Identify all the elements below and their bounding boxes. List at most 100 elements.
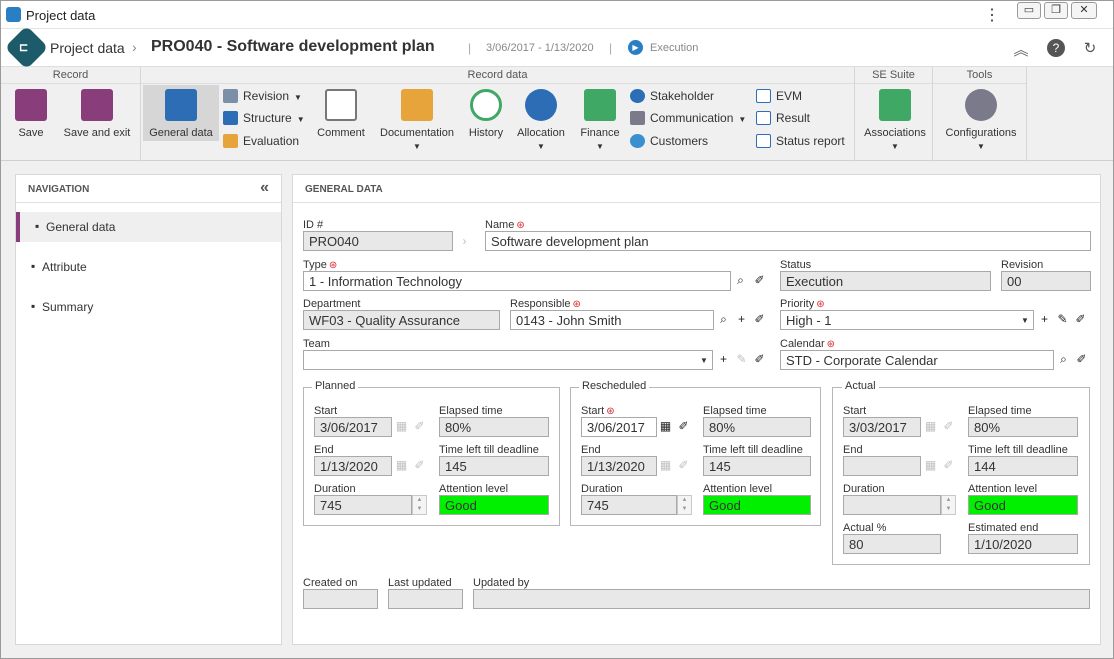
- finance-button[interactable]: Finance ▼: [575, 85, 625, 159]
- priority-select[interactable]: High - 1: [780, 310, 1034, 330]
- general-data-button[interactable]: General data: [143, 85, 219, 141]
- actual-elapsed-label: Elapsed time: [968, 405, 1032, 417]
- team-select[interactable]: [303, 350, 713, 370]
- comment-button[interactable]: Comment: [313, 85, 369, 159]
- evaluation-button[interactable]: Evaluation: [223, 131, 299, 151]
- add-icon[interactable]: +: [715, 350, 732, 369]
- rescheduled-end-field: 1/13/2020: [581, 456, 657, 476]
- history-label: History: [468, 127, 504, 139]
- planned-end-label: End: [314, 444, 334, 456]
- history-button[interactable]: History: [463, 85, 509, 159]
- chevron-down-icon[interactable]: ▼: [1021, 316, 1029, 325]
- ribbon-group-tools: Tools Configurations ▼: [933, 67, 1027, 161]
- app-icon: [6, 7, 21, 22]
- refresh-icon[interactable]: ↻: [1081, 39, 1099, 57]
- allocation-button[interactable]: Allocation ▼: [515, 85, 567, 159]
- required-icon: ⊛: [606, 406, 615, 417]
- associations-button[interactable]: Associations ▼: [859, 85, 931, 159]
- ribbon-group-se-suite: SE Suite Associations ▼: [855, 67, 933, 161]
- evaluation-icon: [223, 134, 238, 148]
- app-window: Project data ⋮ ▭ ❐ ✕ ⊏ Project data › PR…: [0, 0, 1114, 659]
- rescheduled-left-label: Time left till deadline: [703, 444, 803, 456]
- search-icon[interactable]: ⌕: [732, 271, 749, 290]
- configurations-label: Configurations: [945, 127, 1017, 139]
- restore-button[interactable]: ❐: [1044, 2, 1068, 19]
- status-badge: Execution: [650, 42, 699, 54]
- evm-chart-icon: [756, 89, 771, 103]
- calendar-label: Calendar ⊛: [780, 338, 835, 350]
- created-on-field: [303, 589, 378, 609]
- group-title: Record data: [141, 69, 854, 84]
- allocation-label: Allocation: [517, 127, 565, 139]
- priority-label-text: Priority: [780, 298, 815, 310]
- add-icon[interactable]: +: [733, 310, 750, 329]
- clear-icon[interactable]: ✐: [751, 350, 768, 369]
- clear-icon[interactable]: ✐: [751, 310, 768, 329]
- clear-icon: ✐: [943, 419, 954, 433]
- type-field[interactable]: 1 - Information Technology: [303, 271, 731, 291]
- result-button[interactable]: Result: [756, 108, 810, 128]
- minimize-button[interactable]: ▭: [1017, 2, 1041, 19]
- clear-icon[interactable]: ✐: [675, 417, 692, 436]
- collapse-up-icon[interactable]: ︽: [1012, 39, 1030, 59]
- name-field[interactable]: Software development plan: [485, 231, 1091, 251]
- evm-button[interactable]: EVM: [756, 86, 802, 106]
- structure-button[interactable]: Structure ▼: [223, 108, 305, 128]
- responsible-field[interactable]: 0143 - John Smith: [510, 310, 714, 330]
- save-button[interactable]: Save: [9, 85, 53, 159]
- actual-pct-field: 80: [843, 534, 941, 554]
- chevron-down-icon[interactable]: ▼: [700, 356, 708, 365]
- rescheduled-start-field[interactable]: 3/06/2017: [581, 417, 657, 437]
- calendar-field[interactable]: STD - Corporate Calendar: [780, 350, 1054, 370]
- nav-item-label: Summary: [42, 300, 94, 314]
- search-icon[interactable]: ⌕: [715, 310, 732, 329]
- planned-elapsed-field: 80%: [439, 417, 549, 437]
- nav-item-summary[interactable]: ▪ Summary: [16, 292, 281, 322]
- stakeholder-button[interactable]: Stakeholder: [630, 86, 714, 106]
- more-options-icon[interactable]: ⋮: [984, 5, 1000, 25]
- chevron-right-icon[interactable]: ›: [456, 232, 473, 251]
- id-field: PRO040: [303, 231, 453, 251]
- planned-start-label: Start: [314, 405, 338, 417]
- dropdown-arrow-icon: ▼: [294, 93, 302, 102]
- edit-icon: ✎: [736, 352, 747, 366]
- customers-button[interactable]: Customers: [630, 131, 708, 151]
- nav-item-label: Attribute: [42, 260, 87, 274]
- edit-icon[interactable]: ✎: [1054, 310, 1071, 329]
- gear-icon: [965, 89, 997, 121]
- nav-item-attribute[interactable]: ▪ Attribute: [16, 252, 281, 282]
- status-report-button[interactable]: Status report: [756, 131, 845, 151]
- group-title: SE Suite: [855, 69, 932, 84]
- breadcrumb-chevron-icon: ›: [132, 39, 137, 55]
- add-icon[interactable]: +: [1036, 310, 1053, 329]
- communication-button[interactable]: Communication ▼: [630, 108, 746, 128]
- status-field: Execution: [780, 271, 991, 291]
- rescheduled-duration-label: Duration: [581, 483, 623, 495]
- name-label: Name ⊛: [485, 219, 525, 231]
- actual-title: Actual: [842, 380, 879, 392]
- department-label: Department: [303, 298, 361, 310]
- last-updated-label: Last updated: [388, 577, 452, 589]
- calendar-icon[interactable]: ▦: [657, 417, 674, 436]
- collapse-left-icon[interactable]: «: [260, 179, 269, 197]
- clear-icon[interactable]: ✐: [751, 271, 768, 290]
- required-icon: ⊛: [572, 299, 581, 310]
- help-icon[interactable]: ?: [1047, 39, 1065, 57]
- nav-item-general-data[interactable]: ▪ General data: [16, 212, 281, 242]
- documentation-button[interactable]: Documentation ▼: [377, 85, 457, 159]
- revision-button[interactable]: Revision ▼: [223, 86, 302, 106]
- planned-attention-label: Attention level: [439, 483, 509, 495]
- clear-icon[interactable]: ✐: [1073, 350, 1090, 369]
- search-icon[interactable]: ⌕: [1055, 350, 1072, 369]
- save-and-exit-button[interactable]: Save and exit: [59, 85, 135, 159]
- type-label: Type ⊛: [303, 259, 337, 271]
- bullet-icon: ▪: [31, 259, 36, 273]
- breadcrumb-app[interactable]: Project data: [50, 40, 125, 56]
- actual-attention-label: Attention level: [968, 483, 1038, 495]
- clear-icon[interactable]: ✐: [1072, 310, 1089, 329]
- rescheduled-elapsed-label: Elapsed time: [703, 405, 767, 417]
- finance-icon: [584, 89, 616, 121]
- close-button[interactable]: ✕: [1071, 2, 1097, 19]
- responsible-label-text: Responsible: [510, 298, 571, 310]
- configurations-button[interactable]: Configurations ▼: [937, 85, 1025, 159]
